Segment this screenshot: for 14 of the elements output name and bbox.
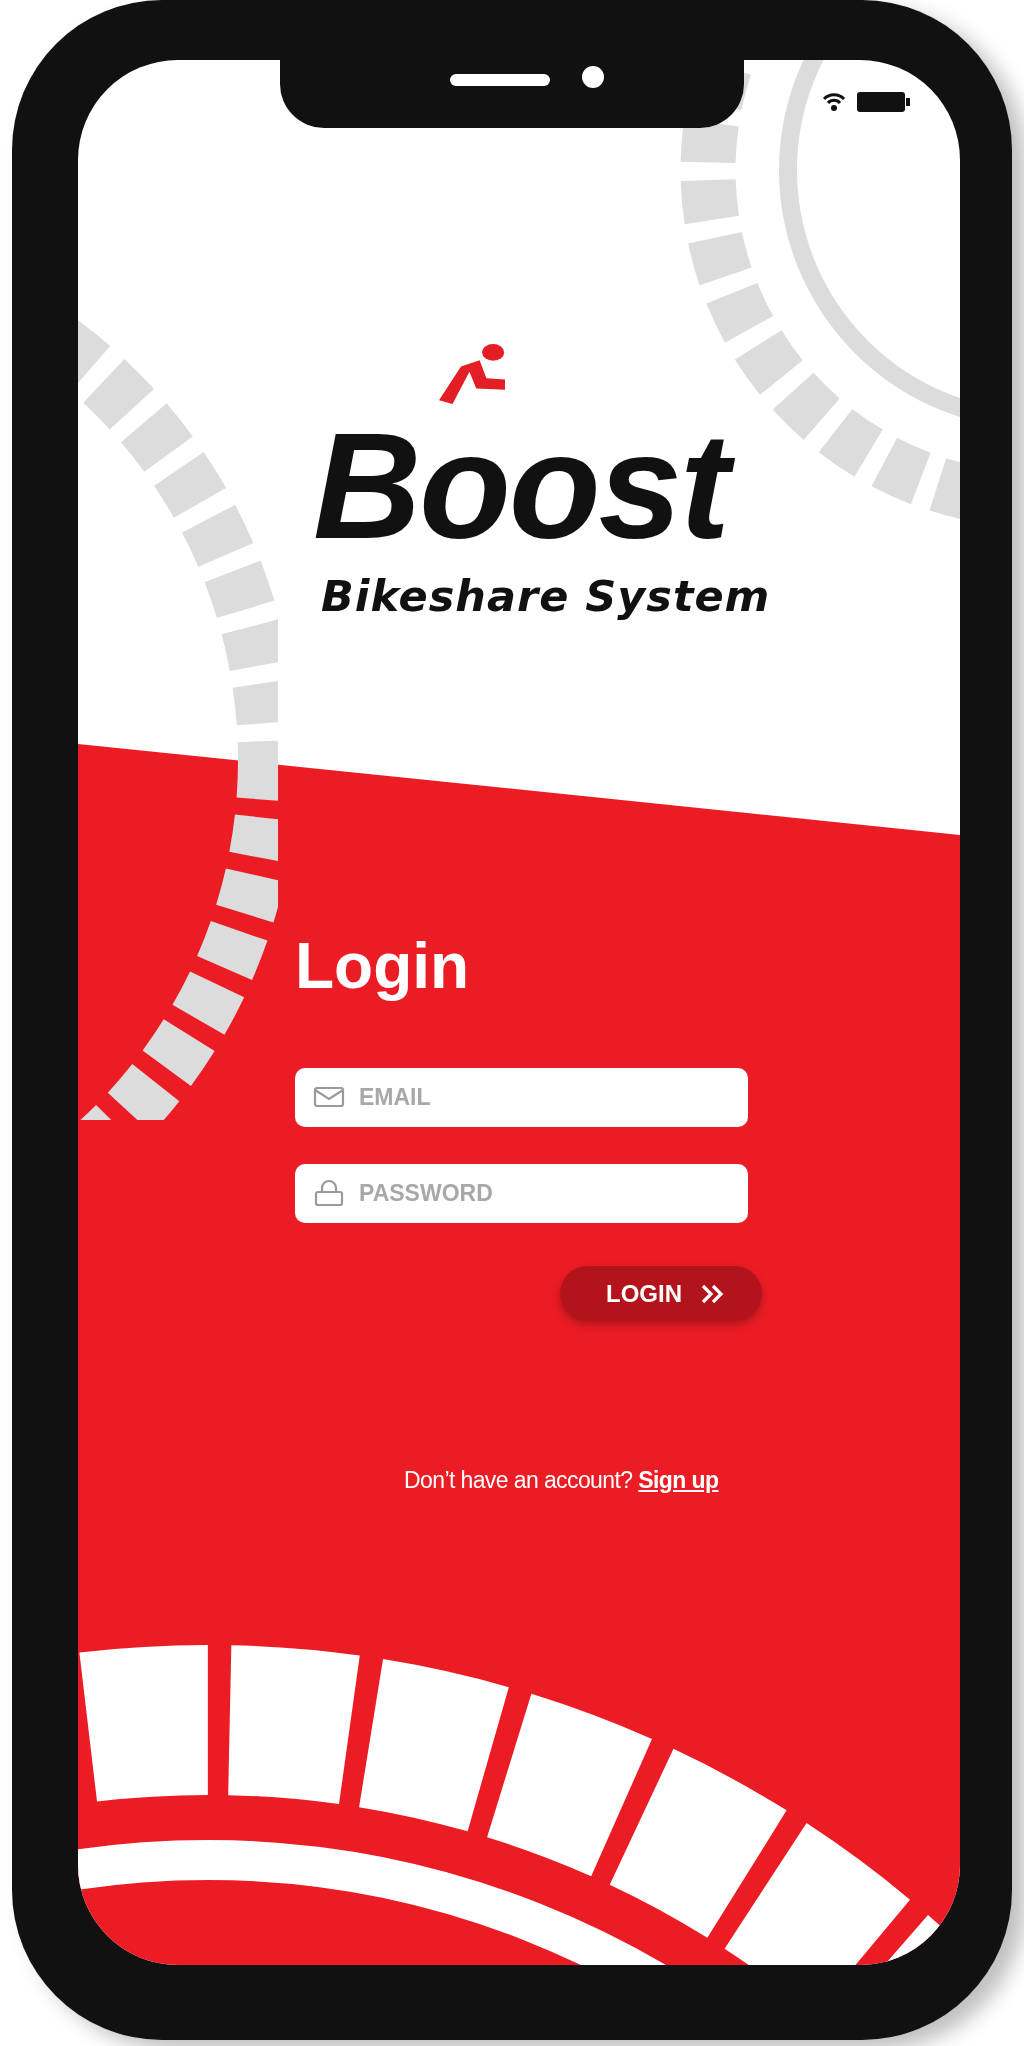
cyclist-icon <box>439 344 505 404</box>
email-field[interactable]: EMAIL <box>295 1068 748 1127</box>
lock-icon <box>313 1179 345 1207</box>
password-field[interactable]: PASSWORD <box>295 1164 748 1223</box>
battery-icon <box>856 90 912 114</box>
speaker-icon <box>450 74 550 86</box>
wifi-icon <box>822 92 846 112</box>
logo-wordmark: Boost <box>309 404 742 569</box>
login-button[interactable]: LOGIN <box>560 1266 762 1321</box>
logo-tagline: Bikeshare System <box>321 575 771 618</box>
signup-prompt: Don’t have an account? Sign up <box>404 1467 719 1494</box>
camera-icon <box>582 66 604 88</box>
double-chevron-icon <box>700 1283 726 1304</box>
signup-link[interactable]: Sign up <box>638 1467 719 1493</box>
